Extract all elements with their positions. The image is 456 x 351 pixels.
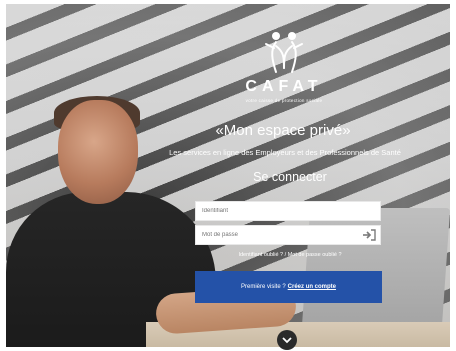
- create-account-prefix: Première visite ?: [240, 284, 286, 290]
- password-input[interactable]: [195, 225, 381, 245]
- username-input[interactable]: [195, 201, 381, 221]
- create-account-button[interactable]: Première visite ? Créez un compte: [195, 271, 382, 303]
- login-title: Se connecter: [253, 170, 327, 184]
- cafat-logo-icon: [265, 32, 303, 73]
- scroll-down-button[interactable]: [277, 330, 297, 350]
- chevron-down-icon: [282, 337, 292, 344]
- hero-photo-person-head: [58, 100, 138, 204]
- page-heading: «Mon espace privé»: [215, 122, 351, 139]
- brand-tagline: votre caisse de protection sociale: [245, 98, 323, 103]
- page-subheading: Les services en ligne des Employeurs et …: [169, 148, 401, 157]
- brand-name: CAFAT: [245, 78, 323, 95]
- forgot-credentials-link[interactable]: Identifiant oublié ? / Mot de passe oubl…: [210, 252, 370, 258]
- login-arrow-icon[interactable]: [361, 227, 377, 243]
- create-account-link[interactable]: Créez un compte: [288, 284, 336, 290]
